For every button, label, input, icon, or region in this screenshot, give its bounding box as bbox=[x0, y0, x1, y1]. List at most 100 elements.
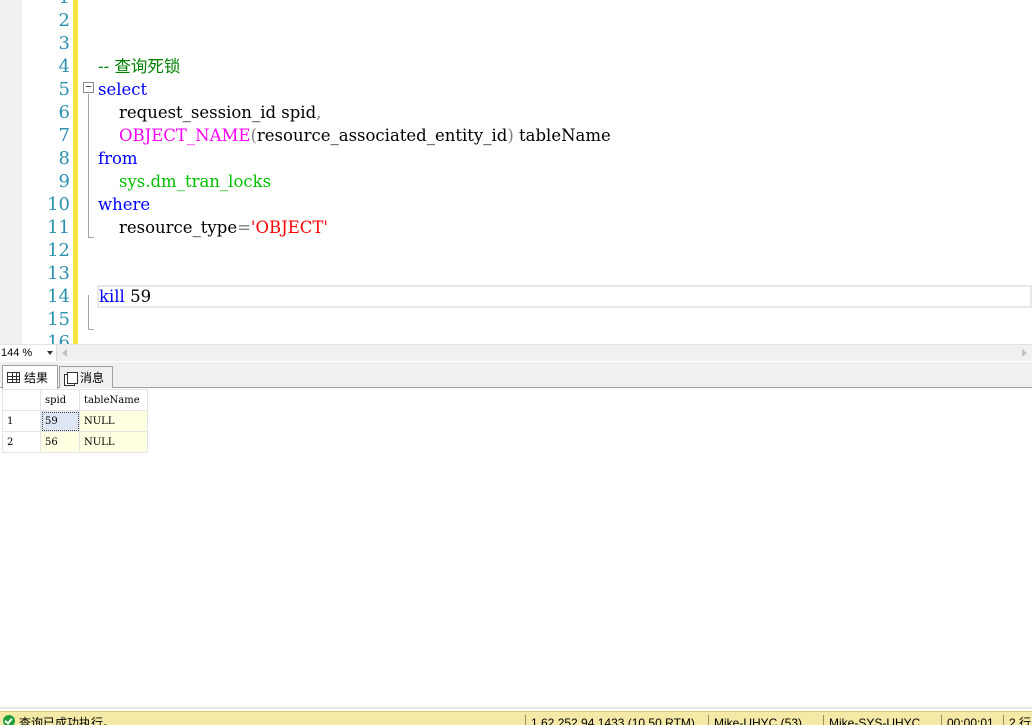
code-token: -- 查询死锁 bbox=[98, 57, 181, 76]
status-elapsed: 00:00:01 bbox=[947, 716, 994, 725]
code-line[interactable]: OBJECT_NAME(resource_associated_entity_i… bbox=[98, 124, 1032, 147]
fold-guide-line bbox=[88, 295, 89, 329]
zoom-dropdown[interactable]: 144 % bbox=[0, 345, 57, 361]
table-row: 1 59 NULL bbox=[2, 410, 148, 432]
fold-guide-end bbox=[88, 237, 94, 238]
code-line[interactable]: kill 59 bbox=[97, 285, 1032, 308]
status-separator bbox=[708, 715, 709, 725]
fold-guide-end bbox=[88, 329, 94, 330]
code-line[interactable] bbox=[98, 0, 1032, 9]
change-tracking-bar bbox=[73, 0, 78, 344]
code-token: sys.dm_tran_locks bbox=[118, 172, 272, 191]
status-server: 1.62.252.94,1433 (10.50 RTM) bbox=[531, 716, 695, 725]
grid-cell-tablename[interactable]: NULL bbox=[79, 431, 148, 453]
status-user: Mike-SYS-UHYC bbox=[829, 716, 921, 725]
code-token: resource_type bbox=[98, 218, 238, 237]
code-line[interactable]: select bbox=[98, 78, 1032, 101]
results-tab-strip: 结果 消息 bbox=[0, 362, 1032, 389]
status-rows: 2 行 bbox=[1009, 716, 1032, 725]
code-line[interactable] bbox=[98, 32, 1032, 55]
column-header-spid[interactable]: spid bbox=[40, 389, 80, 411]
chevron-down-icon bbox=[47, 351, 53, 355]
line-number: 3 bbox=[58, 33, 70, 54]
code-line[interactable] bbox=[98, 9, 1032, 32]
grid-header-row: spid tableName bbox=[2, 389, 148, 411]
status-message: 查询已成功执行。 bbox=[19, 716, 116, 725]
fold-guide-line bbox=[88, 94, 89, 237]
line-number: 6 bbox=[58, 102, 70, 123]
code-token: where bbox=[98, 195, 151, 214]
line-number: 1 bbox=[22, 0, 72, 9]
code-line[interactable]: from bbox=[98, 147, 1032, 170]
collapse-icon[interactable]: − bbox=[83, 81, 94, 93]
code-token: from bbox=[98, 149, 138, 168]
grid-cell-spid[interactable]: 59 bbox=[40, 410, 80, 432]
row-number[interactable]: 2 bbox=[2, 431, 41, 453]
grid-corner-cell[interactable] bbox=[2, 389, 41, 411]
code-token: tableName bbox=[513, 126, 611, 145]
code-token: OBJECT_NAME bbox=[118, 126, 251, 145]
tab-messages[interactable]: 消息 bbox=[59, 366, 113, 388]
line-number: 11 bbox=[47, 217, 70, 238]
messages-icon bbox=[64, 371, 78, 386]
line-number-gutter: 12345678910111213141516 bbox=[22, 0, 72, 344]
line-number: 8 bbox=[58, 148, 70, 169]
code-token: request_session_id spid bbox=[98, 103, 317, 122]
query-editor[interactable]: 12345678910111213141516 − -- 查询死锁select … bbox=[0, 0, 1032, 344]
scroll-left-icon[interactable] bbox=[62, 349, 67, 357]
grid-cell-tablename[interactable]: NULL bbox=[79, 410, 148, 432]
code-line[interactable]: sys.dm_tran_locks bbox=[98, 170, 1032, 193]
code-token: 'OBJECT' bbox=[250, 218, 328, 237]
line-number: 13 bbox=[47, 263, 70, 284]
code-line[interactable]: resource_type='OBJECT' bbox=[98, 216, 1032, 239]
column-header-tablename[interactable]: tableName bbox=[79, 389, 148, 411]
line-number: 2 bbox=[58, 10, 70, 31]
results-divider bbox=[0, 707, 1032, 709]
outlining-margin: − bbox=[79, 0, 97, 344]
query-status-bar: 查询已成功执行。 1.62.252.94,1433 (10.50 RTM) Mi… bbox=[0, 711, 1032, 725]
line-number: 12 bbox=[47, 240, 70, 261]
code-line[interactable] bbox=[98, 262, 1032, 285]
code-token: select bbox=[98, 80, 148, 99]
code-line[interactable] bbox=[98, 239, 1032, 262]
code-token: resource_associated_entity_id bbox=[256, 126, 508, 145]
line-number: 9 bbox=[58, 171, 70, 192]
selection-margin bbox=[0, 0, 22, 344]
tab-messages-label: 消息 bbox=[80, 370, 105, 385]
line-number: 4 bbox=[58, 56, 70, 77]
code-line[interactable]: request_session_id spid, bbox=[98, 101, 1032, 124]
code-token: = bbox=[237, 218, 251, 237]
results-pane: spid tableName 1 59 NULL 2 56 NULL bbox=[0, 389, 1032, 707]
status-login: Mike-UHYC (53) bbox=[714, 716, 803, 725]
table-row: 2 56 NULL bbox=[2, 431, 148, 453]
line-number: 10 bbox=[47, 194, 70, 215]
line-number: 5 bbox=[58, 79, 70, 100]
row-number[interactable]: 1 bbox=[2, 410, 41, 432]
line-number: 15 bbox=[47, 309, 70, 330]
code-token: , bbox=[316, 103, 322, 122]
results-grid[interactable]: spid tableName 1 59 NULL 2 56 NULL bbox=[2, 389, 148, 453]
code-line[interactable] bbox=[98, 308, 1032, 331]
code-token: kill bbox=[99, 287, 125, 306]
tab-results-label: 结果 bbox=[24, 370, 49, 385]
line-number: 14 bbox=[47, 286, 70, 307]
status-separator bbox=[823, 715, 824, 725]
status-separator bbox=[941, 715, 942, 725]
code-area[interactable]: -- 查询死锁 select request_session_id spid, O… bbox=[97, 0, 1032, 344]
code-line[interactable]: -- 查询死锁 bbox=[98, 55, 1032, 78]
grid-icon bbox=[7, 372, 20, 383]
success-check-icon bbox=[3, 715, 15, 725]
code-line[interactable] bbox=[98, 331, 1032, 344]
code-line[interactable]: where bbox=[98, 193, 1032, 216]
zoom-value: 144 % bbox=[1, 347, 33, 359]
status-separator bbox=[1003, 715, 1004, 725]
scroll-right-icon[interactable] bbox=[1022, 349, 1027, 357]
tab-results[interactable]: 结果 bbox=[2, 365, 58, 389]
status-separator bbox=[525, 715, 526, 725]
code-token: 59 bbox=[124, 287, 152, 306]
grid-cell-spid[interactable]: 56 bbox=[40, 431, 80, 453]
editor-zoom-bar: 144 % bbox=[0, 344, 1032, 361]
line-number: 16 bbox=[47, 332, 70, 344]
